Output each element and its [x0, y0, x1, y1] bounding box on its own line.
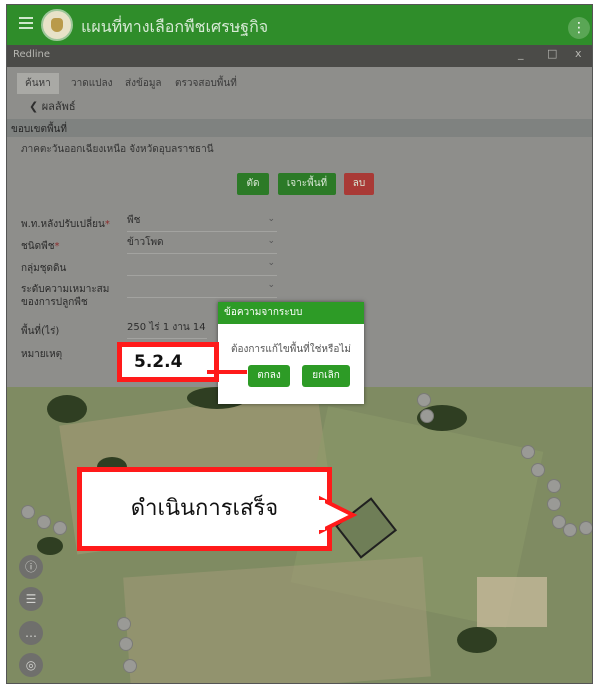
chevron-left-icon: ❮ [29, 100, 42, 113]
back-label: ผลลัพธ์ [41, 100, 76, 113]
map-vertex[interactable] [547, 497, 561, 511]
section-header: ขอบเขตพื้นที่ [7, 119, 592, 137]
tab-draw-plot[interactable]: วาดแปลง [63, 73, 121, 94]
map-vertex[interactable] [123, 659, 137, 673]
app-title: แผนที่ทางเลือกพืชเศรษฐกิจ [81, 17, 269, 36]
note-label: หมายเหตุ [21, 349, 63, 360]
cancel-button[interactable]: ยกเลิก [302, 365, 350, 387]
crop-label: ชนิดพืช* [21, 241, 60, 252]
window-titlebar: Redline _ □ x [7, 45, 592, 67]
map-vertex[interactable] [21, 505, 35, 519]
clip-area-button[interactable]: เจาะพื้นที่ [278, 173, 336, 195]
tab-send-data[interactable]: ส่งข้อมูล [117, 73, 170, 94]
more-vertical-icon[interactable]: ⋮ [568, 17, 590, 39]
section-title: ขอบเขตพื้นที่ [11, 124, 67, 135]
map-tree [37, 537, 63, 555]
chevron-down-icon: ⌄ [267, 258, 275, 268]
dialog-title: ข้อความจากระบบ [218, 302, 364, 324]
back-to-results[interactable]: ❮ ผลลัพธ์ [29, 97, 76, 115]
done-callout-arrow [319, 495, 358, 535]
soil-group-select[interactable]: ⌄ [127, 257, 277, 276]
tab-search[interactable]: ค้นหา [17, 73, 59, 94]
chevron-down-icon: ⌄ [267, 236, 275, 246]
menu-icon[interactable] [19, 17, 33, 29]
crop-select[interactable]: ข้าวโพด ⌄ [127, 235, 277, 254]
logo [41, 9, 73, 41]
delete-button[interactable]: ลบ [344, 173, 374, 195]
region-text: ภาคตะวันออกเฉียงเหนือ จังหวัดอุบลราชธานี [21, 144, 214, 155]
map-field [477, 577, 547, 627]
plant-type-label: พ.ท.หลังปรับเปลี่ยน* [21, 219, 110, 230]
map-vertex[interactable] [563, 523, 577, 537]
ok-button[interactable]: ตกลง [248, 365, 290, 387]
area-value: 250 ไร่ 1 งาน 14 ต [127, 320, 207, 339]
app-bar: แผนที่ทางเลือกพืชเศรษฐกิจ ⋮ [7, 5, 592, 45]
info-icon[interactable]: ⓘ [19, 555, 43, 579]
close-button[interactable]: x [575, 47, 582, 60]
app-frame: แผนที่ทางเลือกพืชเศรษฐกิจ ⋮ Redline _ □ … [6, 4, 593, 684]
chevron-down-icon: ⌄ [267, 280, 275, 290]
map-tree [457, 627, 497, 653]
list-icon[interactable]: ☰ [19, 587, 43, 611]
map-tree [47, 395, 87, 423]
map-vertex[interactable] [521, 445, 535, 459]
map-vertex[interactable] [37, 515, 51, 529]
minimize-button[interactable]: _ [518, 47, 524, 60]
map-vertex[interactable] [547, 479, 561, 493]
callout-pointer [207, 370, 247, 374]
map-vertex[interactable] [420, 409, 434, 423]
cut-button[interactable]: ตัด [237, 173, 269, 195]
confirm-dialog: ข้อความจากระบบ ต้องการแก้ไขพื้นที่ใช่หรื… [218, 302, 364, 404]
suitability-label: ระดับความเหมาะสมของการปลูกพืช [21, 284, 110, 308]
soil-group-label: กลุ่มชุดดิน [21, 263, 67, 274]
map-vertex[interactable] [417, 393, 431, 407]
more-horizontal-icon[interactable]: … [19, 621, 43, 645]
window-title: Redline [13, 49, 51, 60]
map-vertex[interactable] [531, 463, 545, 477]
chevron-down-icon: ⌄ [267, 214, 275, 224]
plant-type-select[interactable]: พืช ⌄ [127, 213, 277, 232]
map-vertex[interactable] [53, 521, 67, 535]
done-callout: ดำเนินการเสร็จ [77, 467, 332, 551]
tab-check-area[interactable]: ตรวจสอบพื้นที่ [167, 73, 245, 94]
map-vertex[interactable] [117, 617, 131, 631]
locate-icon[interactable]: ◎ [19, 653, 43, 677]
dialog-message: ต้องการแก้ไขพื้นที่ใช่หรือไม่ [230, 344, 352, 355]
maximize-button[interactable]: □ [547, 47, 557, 60]
map-vertex[interactable] [579, 521, 592, 535]
step-callout: 5.2.4 [117, 342, 219, 382]
map-field [123, 556, 431, 683]
area-label: พื้นที่(ไร่) [21, 326, 60, 337]
suitability-select[interactable]: ⌄ [127, 279, 277, 298]
map-vertex[interactable] [119, 637, 133, 651]
